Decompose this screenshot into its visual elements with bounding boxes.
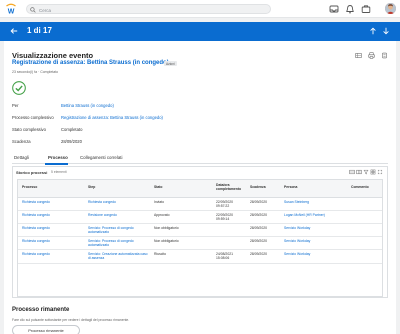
cell-person[interactable]: Servizio Workday [284,239,348,243]
cell-person[interactable]: Susan Steinberg [284,200,348,204]
remaining-process-title: Processo rimanente [12,307,70,313]
event-meta: 23 secondo(i) fa · Completato [12,70,59,74]
cell-step[interactable]: Servizio: Processo di congedo automatizz… [88,239,148,247]
actions-badge[interactable]: Azioni [164,61,177,66]
cell-due-date: 28/09/2020 [250,226,267,230]
field-value-overall-process[interactable]: Registrazione di assenza: Bettina Straus… [61,115,163,120]
tab-related-links[interactable]: Collegamenti correlati [80,155,122,160]
search-input[interactable]: Cerca [39,8,51,13]
previous-arrow-icon[interactable] [369,27,377,35]
filter-icon[interactable] [363,169,369,175]
record-navigation-bar: 1 di 17 [0,22,400,41]
cell-completion-datetime: 22/09/2020 09:59:14 [216,213,233,221]
process-history-table: Processo Step Stato Data/ora completamen… [17,179,383,297]
next-arrow-icon[interactable] [382,27,390,35]
cell-status: Non obbligatorio [154,239,179,243]
field-label-due-date: Scadenza [12,139,31,144]
grid-view-icon[interactable] [370,169,376,175]
column-header-comment[interactable]: Commento [351,185,369,189]
cell-process[interactable]: Richiesta congedo [22,213,50,217]
field-value-overall-status: Completato [61,127,83,132]
inbox-icon[interactable] [329,4,339,14]
cell-process[interactable]: Richiesta congedo [22,200,50,204]
cell-step[interactable]: Servizio: Creazione automatizzata caso d… [88,252,148,260]
workday-logo-icon[interactable]: W [5,3,17,15]
cell-status: Non obbligatorio [154,226,179,230]
cell-process[interactable]: Richiesta congedo [22,226,50,230]
more-options-icon[interactable] [381,52,388,59]
columns-icon[interactable] [356,169,362,175]
notifications-icon[interactable] [345,4,355,14]
print-icon[interactable] [368,52,375,59]
table-row: Richiesta congedo Servizio: Creazione au… [18,250,382,264]
cell-person[interactable]: Servizio Workday [284,226,348,230]
export-excel-icon[interactable] [349,169,355,175]
completed-check-icon [12,81,26,95]
cell-due-date: 28/09/2020 [250,252,267,256]
tab-details[interactable]: Dettagli [14,155,29,160]
cell-completion-datetime: 24/08/2021 15:08:06 [216,252,233,260]
column-header-due-date[interactable]: Scadenza [250,185,266,189]
user-avatar[interactable] [385,3,396,14]
column-header-process[interactable]: Processo [22,185,37,189]
column-header-completion-datetime[interactable]: Data/ora completamento [216,183,246,191]
svg-text:W: W [8,9,15,16]
field-label-per: Per [12,103,19,108]
cell-process[interactable]: Richiesta congedo [22,239,50,243]
export-excel-icon[interactable] [355,52,362,59]
tab-bar: Dettagli Processo Collegamenti correlati [12,154,388,165]
top-bar: W Cerca [0,0,400,18]
search-box[interactable]: Cerca [26,4,271,14]
back-arrow-icon[interactable] [10,27,18,35]
tab-process[interactable]: Processo [48,155,68,160]
cell-step[interactable]: Richiesta congedo [88,200,148,204]
column-header-person[interactable]: Persona [284,185,297,189]
event-card: Visualizzazione evento Registrazione di … [4,41,396,334]
process-history-title: Storico processi [16,170,48,175]
record-counter: 1 di 17 [27,26,52,35]
table-row: Richiesta congedo Servizio: Processo di … [18,224,382,237]
cell-process[interactable]: Richiesta congedo [22,252,50,256]
table-row: Richiesta congedo Revisione congedo Appr… [18,211,382,224]
cell-person[interactable]: Logan McNeil (HR Partner) [284,213,348,217]
briefcase-icon[interactable] [361,4,371,14]
cell-due-date: 28/09/2020 [250,213,267,217]
remaining-process-text: Fare clic sul pulsante sottostante per v… [12,318,130,322]
cell-person[interactable]: Servizio Workday [284,252,348,256]
cell-due-date: 28/09/2020 [250,239,267,243]
table-header-row: Processo Step Stato Data/ora completamen… [18,180,382,198]
process-history-count: 5 elementi [51,170,67,175]
table-row: Richiesta congedo Richiesta congedo Invi… [18,198,382,211]
page-title: Visualizzazione evento [12,51,94,60]
cell-step[interactable]: Revisione congedo [88,213,148,217]
fullscreen-icon[interactable] [377,169,383,175]
cell-due-date: 28/09/2020 [250,200,267,204]
cell-status: Riuscito [154,252,167,256]
column-header-step[interactable]: Step [88,185,95,189]
cell-status: Approvato [154,213,170,217]
field-value-per[interactable]: Bettina Strauss (in congedo) [61,103,114,108]
field-label-overall-status: Stato complessivo [12,127,46,132]
cell-completion-datetime: 22/09/2020 09:57:22 [216,200,233,208]
search-icon [30,7,36,13]
remaining-process-button[interactable]: Processo rimanente [12,325,80,334]
cell-step[interactable]: Servizio: Processo di congedo automatizz… [88,226,148,234]
column-header-status[interactable]: Stato [154,185,162,189]
field-value-due-date: 28/09/2020 [61,139,82,144]
cell-status: Inviato [154,200,164,204]
process-history-panel: Storico processi 5 elementi Processo Ste… [12,166,388,298]
user-photo-icon [385,3,396,14]
field-label-overall-process: Processo complessivo [12,115,54,120]
active-tab-indicator [45,163,68,165]
event-subtitle-link[interactable]: Registrazione di assenza: Bettina Straus… [12,60,169,66]
table-row: Richiesta congedo Servizio: Processo di … [18,237,382,250]
